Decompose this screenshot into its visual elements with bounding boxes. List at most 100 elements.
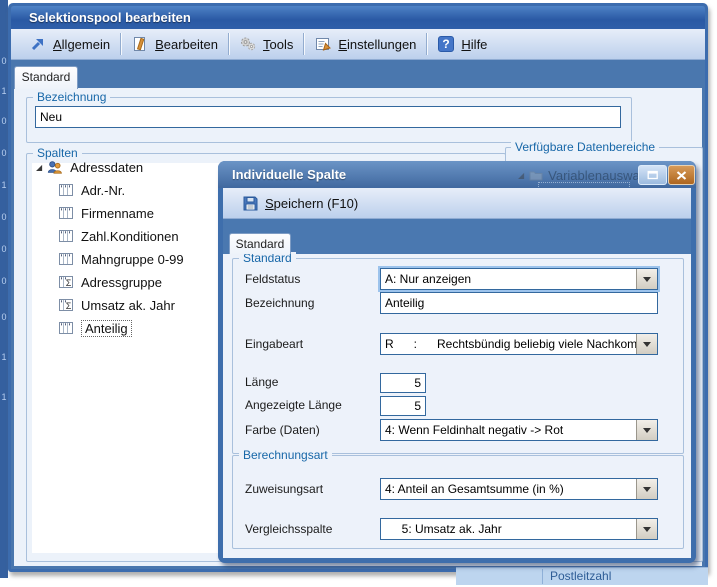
main-window-titlebar[interactable]: Selektionspool bearbeiten [11,6,705,29]
tree-item-zahl-konditionen[interactable]: Zahl.Konditionen [58,226,179,246]
eingabeart-value: R : Rechtsbündig beliebig viele Nachkomm… [381,334,636,354]
background-digit: 0 [0,212,8,222]
background-digit: 1 [0,352,8,362]
restore-button[interactable] [638,165,667,185]
tree-item-adressgruppe[interactable]: Σ Adressgruppe [58,272,162,292]
background-digit: 0 [0,116,8,126]
laenge-input[interactable] [380,373,426,393]
tree-item-label-selected: Anteilig [81,320,132,337]
angezeigte-laenge-label: Angezeigte Länge [245,395,342,415]
tree-item-label: Mahngruppe 0-99 [81,252,184,267]
individuelle-spalte-dialog: Individuelle Spalte ◢ Variablenauswahl S… [218,161,696,563]
laenge-label: Länge [245,372,278,392]
background-item-postleitzahl: Postleitzahl [550,569,611,583]
bezeichnung-group-label: Bezeichnung [33,91,110,104]
ghost-tree-item-label: Variablenauswahl [548,168,650,183]
expander-icon[interactable]: ◢ [36,163,42,172]
save-button[interactable]: Speichern (F10) [231,188,368,218]
table-sum-icon: Σ [58,274,74,290]
farbe-daten-value: 4: Wenn Feldinhalt negativ -> Rot [381,420,636,440]
svg-text:Σ: Σ [66,301,72,311]
farbe-daten-combobox[interactable]: 4: Wenn Feldinhalt negativ -> Rot [380,419,658,441]
zuweisungsart-combobox[interactable]: 4: Anteil an Gesamtsumme (in %) [380,478,658,500]
tree-item-label: Adressdaten [70,160,143,175]
dropdown-arrow-icon[interactable] [636,479,657,499]
toolbar-item-label: Einstellungen [338,37,416,52]
table-column-icon [58,205,74,221]
table-sum-icon: Σ [58,297,74,313]
close-icon [676,171,687,180]
toolbar-item-label: Allgemein [53,37,110,52]
background-window-bottom-strip: Postleitzahl [456,567,708,585]
edit-page-icon [131,35,149,53]
screen: 0 1 0 0 1 0 0 0 0 1 1 Selektionspool bea… [0,0,717,587]
background-digit: 0 [0,56,8,66]
tree-item-label: Zahl.Konditionen [81,229,179,244]
svg-text:Σ: Σ [66,278,72,288]
bezeichnung-input[interactable] [380,292,658,314]
table-column-icon [58,182,74,198]
background-digit: 0 [0,276,8,286]
toolbar-item-einstellungen[interactable]: Einstellungen [304,29,426,59]
dialog-content-band [223,219,691,256]
feldstatus-label: Feldstatus [245,268,300,290]
close-button[interactable] [668,165,695,185]
zuweisungsart-value: 4: Anteil an Gesamtsumme (in %) [381,479,636,499]
vergleichsspalte-combobox[interactable]: 5: Umsatz ak. Jahr [380,518,658,540]
eingabeart-label: Eingabeart [245,333,303,355]
tree-item-label: Firmenname [81,206,154,221]
arrow-up-right-icon [29,35,47,53]
toolbar-item-tools[interactable]: Tools [229,29,303,59]
table-column-icon [58,251,74,267]
tree-item-anteilig[interactable]: Anteilig [58,318,132,338]
bezeichnung-pool-input[interactable] [35,106,621,128]
tree-item-firmenname[interactable]: Firmenname [58,203,154,223]
dropdown-arrow-icon[interactable] [636,519,657,539]
save-button-label: Speichern (F10) [265,196,358,211]
bezeichnung-label: Bezeichnung [245,292,314,314]
berechnungsart-group-label: Berechnungsart [239,449,332,462]
toolbar-item-allgemein[interactable]: Allgemein [19,29,120,59]
svg-text:?: ? [443,37,450,51]
angezeigte-laenge-input[interactable] [380,396,426,416]
feldstatus-value: A: Nur anzeigen [381,269,636,289]
column-divider [542,569,543,584]
toolbar-item-bearbeiten[interactable]: Bearbeiten [121,29,228,59]
background-digit: 1 [0,86,8,96]
expander-icon: ◢ [518,171,524,180]
dialog-toolbar: Speichern (F10) [223,188,691,219]
tab-standard[interactable]: Standard [14,66,78,89]
dropdown-arrow-icon[interactable] [636,269,657,289]
datenbereiche-group-label: Verfügbare Datenbereiche [511,141,659,154]
gears-icon [239,35,257,53]
background-window-edge: 0 1 0 0 1 0 0 0 0 1 1 [0,0,8,578]
tree-item-mahngruppe[interactable]: Mahngruppe 0-99 [58,249,184,269]
toolbar-item-hilfe[interactable]: ? Hilfe [427,29,497,59]
background-digit: 0 [0,244,8,254]
tree-item-adr-nr[interactable]: Adr.-Nr. [58,180,125,200]
table-column-icon [58,228,74,244]
spalten-group-label: Spalten [33,147,82,160]
main-toolbar: Allgemein Bearbeiten Tools Einstellungen… [11,29,705,60]
folder-icon [529,169,543,181]
tree-item-label: Adressgruppe [81,275,162,290]
dropdown-arrow-icon[interactable] [636,334,657,354]
dialog-tab-standard[interactable]: Standard [229,233,291,254]
feldstatus-combobox[interactable]: A: Nur anzeigen [380,268,658,290]
tree-item-label: Umsatz ak. Jahr [81,298,175,313]
background-digit: 1 [0,180,8,190]
tree-item-adressdaten[interactable]: ◢ Adressdaten [36,157,143,177]
dropdown-arrow-icon[interactable] [636,420,657,440]
vergleichsspalte-label: Vergleichsspalte [245,518,332,540]
toolbar-item-label: Hilfe [461,37,487,52]
background-digit: 1 [0,392,8,402]
tree-item-umsatz[interactable]: Σ Umsatz ak. Jahr [58,295,175,315]
toolbar-item-label: Tools [263,37,293,52]
eingabeart-combobox[interactable]: R : Rechtsbündig beliebig viele Nachkomm… [380,333,658,355]
background-digit: 0 [0,312,8,322]
toolbar-item-label: Bearbeiten [155,37,218,52]
table-column-icon [58,320,74,336]
tree-item-label: Adr.-Nr. [81,183,125,198]
people-icon [47,159,63,175]
help-icon: ? [437,35,455,53]
